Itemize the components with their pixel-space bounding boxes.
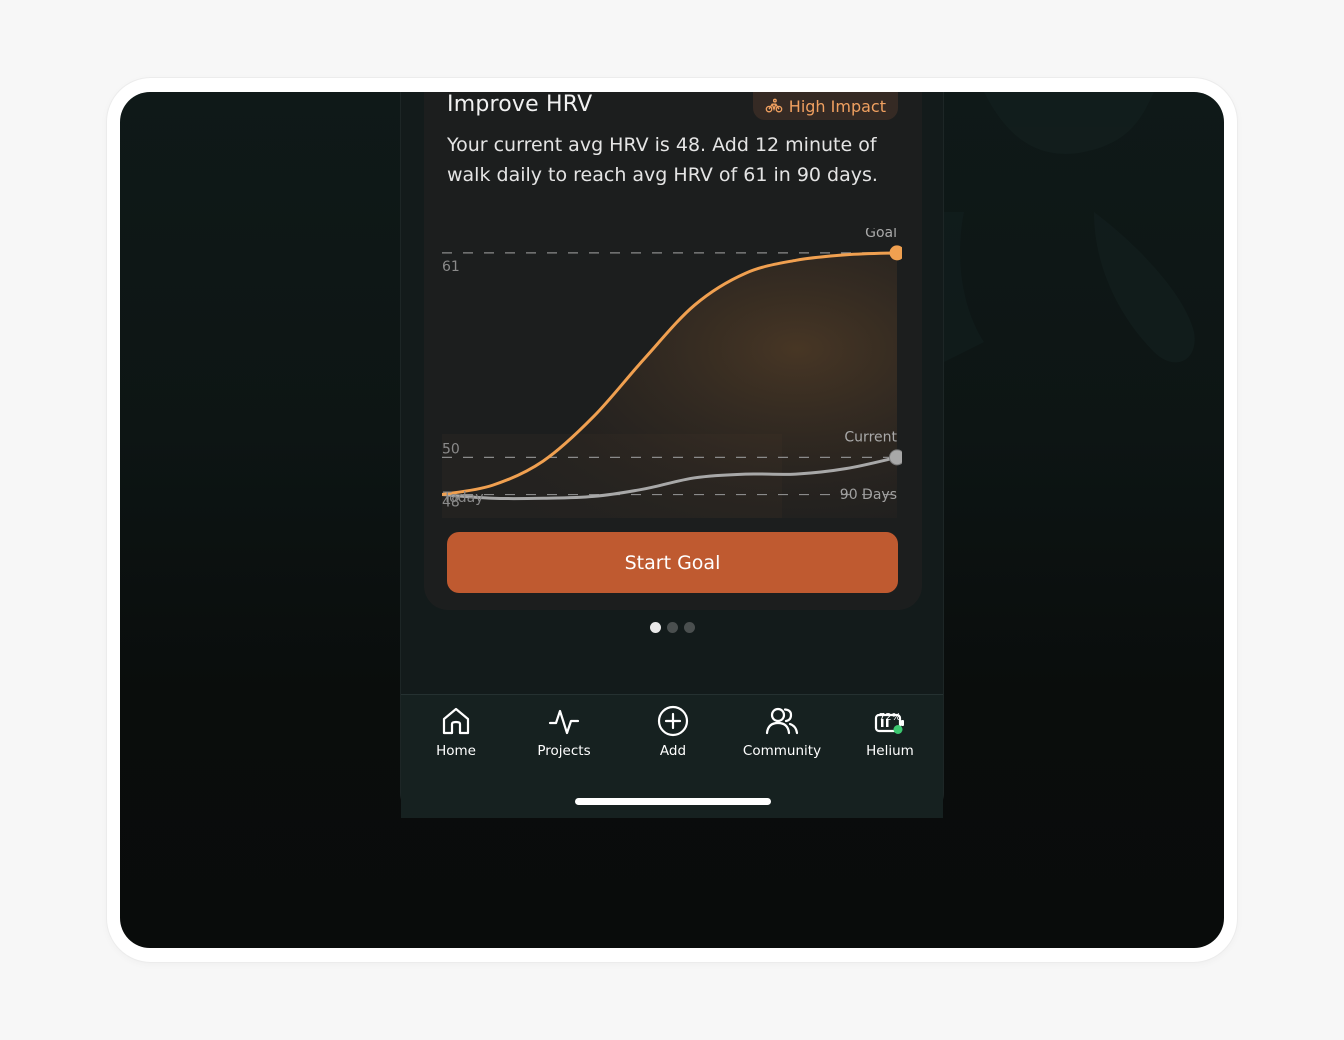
goal-card: Improve HRV High Impact Your current avg… bbox=[424, 92, 922, 610]
tablet-screen: Improve HRV High Impact Your current avg… bbox=[120, 92, 1224, 948]
start-goal-button[interactable]: Start Goal bbox=[447, 532, 898, 593]
current-series-label: Current bbox=[844, 429, 897, 445]
tab-helium-label: Helium bbox=[866, 743, 914, 759]
plus-circle-icon bbox=[657, 705, 689, 737]
tab-projects-label: Projects bbox=[537, 743, 591, 759]
tab-add-label: Add bbox=[659, 743, 687, 759]
tab-projects[interactable]: Projects bbox=[509, 705, 619, 759]
users-icon bbox=[765, 707, 799, 735]
x-label-today: Today bbox=[442, 490, 484, 506]
x-label-90-days: 90 Days bbox=[840, 487, 897, 503]
page-dot-1[interactable] bbox=[649, 622, 661, 633]
tab-community-label: Community bbox=[742, 743, 822, 759]
background-decoration bbox=[944, 92, 1195, 363]
home-icon bbox=[442, 707, 470, 735]
tab-home[interactable]: Home bbox=[401, 705, 511, 759]
bottom-tab-bar: Home Projects Add Community 72% Helium bbox=[401, 694, 943, 818]
badge-label: High Impact bbox=[788, 96, 886, 116]
current-endpoint-marker bbox=[889, 449, 902, 466]
tab-add[interactable]: Add bbox=[618, 705, 728, 759]
page-dot-2[interactable] bbox=[666, 622, 678, 633]
y-tick-50: 50 bbox=[442, 441, 460, 457]
activity-icon bbox=[548, 709, 580, 735]
high-impact-badge: High Impact bbox=[752, 92, 898, 120]
bicycle-icon bbox=[765, 98, 783, 113]
page-dot-3[interactable] bbox=[683, 622, 695, 633]
goal-series-label: Goal bbox=[865, 228, 897, 241]
tab-helium[interactable]: 72% Helium bbox=[835, 705, 945, 759]
y-tick-61: 61 bbox=[442, 259, 460, 275]
home-indicator[interactable] bbox=[575, 798, 771, 805]
tab-home-label: Home bbox=[436, 743, 476, 759]
page-indicator bbox=[401, 622, 943, 633]
hrv-projection-chart: Goal Current 61 50 48 Today 90 Days bbox=[442, 228, 902, 518]
battery-percentage: 72% bbox=[878, 712, 902, 723]
card-title: Improve HRV bbox=[447, 92, 593, 117]
tab-community[interactable]: Community bbox=[727, 705, 837, 759]
card-description: Your current avg HRV is 48. Add 12 minut… bbox=[447, 134, 878, 186]
phone-app: Improve HRV High Impact Your current avg… bbox=[400, 92, 944, 818]
